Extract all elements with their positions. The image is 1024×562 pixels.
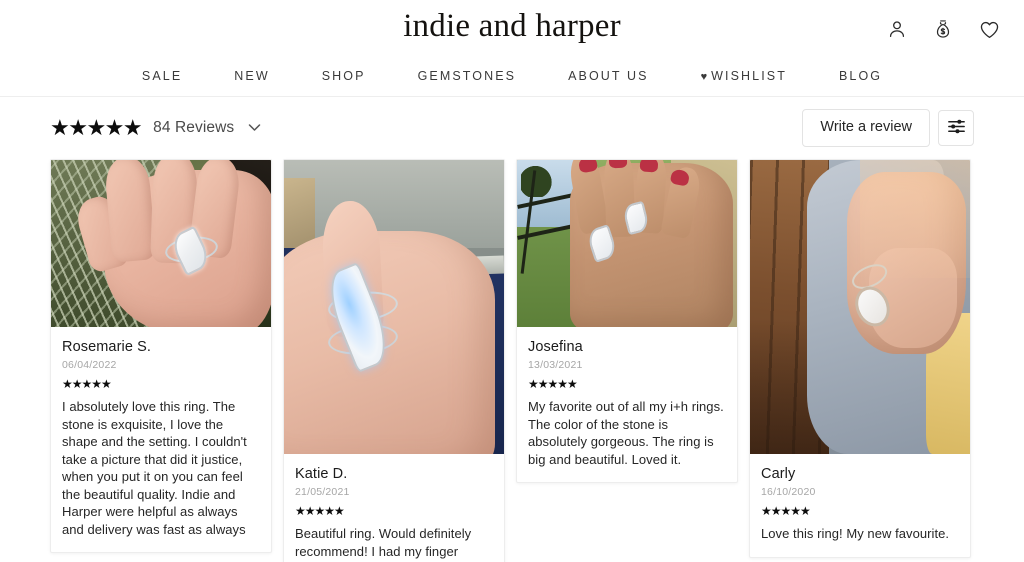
review-text: I absolutely love this ring. The stone i…: [62, 399, 247, 537]
nav-item-blog[interactable]: BLOG: [813, 69, 908, 83]
reviewer-name: Carly: [761, 466, 796, 482]
review-photo[interactable]: [517, 160, 737, 327]
chevron-down-icon[interactable]: [248, 121, 261, 135]
review-text: My favorite out of all my i+h rings. The…: [528, 399, 724, 467]
review-star-rating: ★★★★★: [295, 504, 345, 518]
review-star-rating: ★★★★★: [761, 504, 811, 518]
reviews-toolbar: ★★★★★ 84 Reviews Write a review: [0, 97, 1024, 159]
review-body: Rosemarie S. 06/04/2022 ★★★★★ I absolute…: [51, 327, 271, 552]
reviewer-name: Josefina: [528, 339, 583, 355]
nav-item-new[interactable]: NEW: [208, 69, 295, 83]
nav-label: WISHLIST: [711, 69, 787, 83]
review-card[interactable]: Rosemarie S. 06/04/2022 ★★★★★ I absolute…: [50, 159, 272, 553]
main-navigation: SALE NEW SHOP GEMSTONES ABOUT US ♥ WISHLI…: [0, 69, 1024, 83]
review-text: Beautiful ring. Would definitely recomme…: [295, 526, 472, 559]
account-icon[interactable]: [884, 16, 910, 42]
review-card[interactable]: Josefina 13/03/2021 ★★★★★ My favorite ou…: [516, 159, 738, 483]
write-a-review-button[interactable]: Write a review: [802, 109, 930, 147]
review-body: Josefina 13/03/2021 ★★★★★ My favorite ou…: [517, 327, 737, 482]
review-filter-button[interactable]: [938, 109, 974, 146]
header-icon-group: [884, 16, 1002, 42]
nav-label: BLOG: [838, 69, 883, 83]
site-header: indie and harper SALE NEW SHOP GEMSTONES…: [0, 0, 1024, 97]
review-card[interactable]: Katie D. 21/05/2021 ★★★★★ Beautiful ring…: [283, 159, 505, 562]
review-body: Carly 16/10/2020 ★★★★★ Love this ring! M…: [750, 454, 970, 557]
reviews-grid: Rosemarie S. 06/04/2022 ★★★★★ I absolute…: [0, 159, 1024, 562]
nav-item-about-us[interactable]: ABOUT US: [542, 69, 674, 83]
nav-item-gemstones[interactable]: GEMSTONES: [392, 69, 543, 83]
review-count-label: 84 Reviews: [153, 119, 235, 136]
nav-item-shop[interactable]: SHOP: [296, 69, 392, 83]
nav-label: ABOUT US: [568, 69, 649, 83]
review-card[interactable]: Carly 16/10/2020 ★★★★★ Love this ring! M…: [749, 159, 971, 558]
heart-icon: ♥: [700, 71, 708, 83]
site-logo[interactable]: indie and harper: [0, 8, 1024, 45]
reviewer-name: Rosemarie S.: [62, 339, 152, 355]
review-photo[interactable]: [750, 160, 970, 454]
review-text: Love this ring! My new favourite.: [761, 526, 950, 541]
overall-star-rating: ★★★★★: [50, 115, 143, 140]
nav-item-sale[interactable]: SALE: [116, 69, 208, 83]
wishlist-heart-icon[interactable]: [976, 16, 1002, 42]
review-photo[interactable]: [284, 160, 504, 454]
reviewer-name: Katie D.: [295, 466, 348, 482]
nav-label: SHOP: [321, 69, 366, 83]
review-body: Katie D. 21/05/2021 ★★★★★ Beautiful ring…: [284, 454, 504, 562]
money-bag-icon[interactable]: [930, 16, 956, 42]
sliders-icon: [947, 117, 966, 139]
review-date: 13/03/2021: [528, 359, 583, 371]
review-star-rating: ★★★★★: [528, 377, 578, 391]
nav-item-wishlist[interactable]: ♥ WISHLIST: [675, 69, 813, 83]
nav-label: GEMSTONES: [417, 69, 517, 83]
review-photo[interactable]: [51, 160, 271, 327]
review-date: 06/04/2022: [62, 359, 117, 371]
review-star-rating: ★★★★★: [62, 377, 112, 391]
reviews-toolbar-actions: Write a review: [802, 109, 974, 147]
review-date: 16/10/2020: [761, 486, 816, 498]
reviews-summary[interactable]: ★★★★★ 84 Reviews: [50, 117, 261, 139]
review-date: 21/05/2021: [295, 486, 350, 498]
nav-label: NEW: [234, 69, 270, 83]
nav-label: SALE: [141, 69, 183, 83]
